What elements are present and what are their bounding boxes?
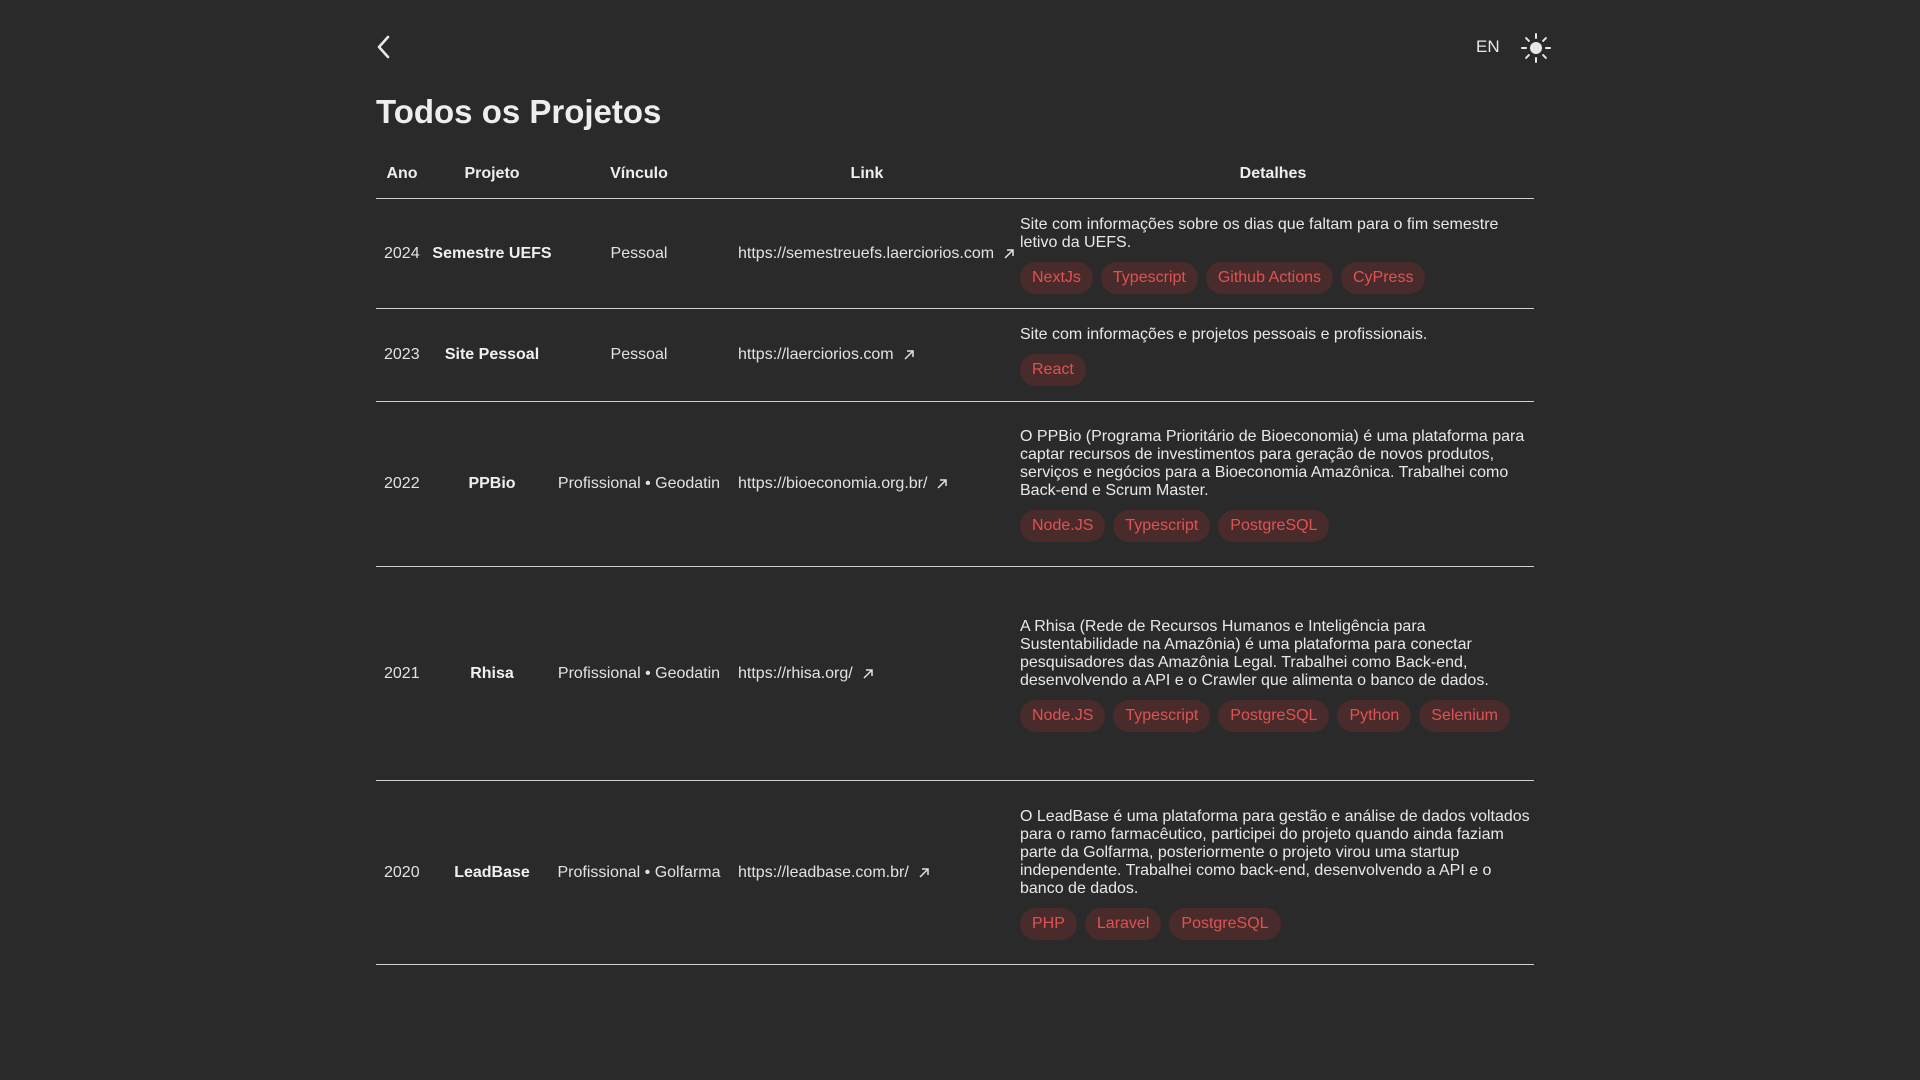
column-header-affiliation: Vínculo [556,150,722,199]
project-link[interactable]: https://rhisa.org/ [738,665,875,683]
tech-tags: PHP Laravel PostgreSQL [1020,907,1534,940]
external-link-icon [863,668,873,679]
projects-page: EN Todos os Projetos Ano Projeto Vínculo… [0,0,1920,1080]
tech-tags: NextJs Typescript Github Actions CyPress [1020,261,1534,294]
table-row: 2023 Site Pessoal Pessoal https://laerci… [376,308,1534,402]
project-description: Site com informações sobre os dias que f… [1020,215,1499,251]
project-description: Site com informações e projetos pessoais… [1020,326,1428,343]
project-affiliation: Profissional • Geodatin [556,401,722,567]
external-link-icon [1004,248,1014,259]
project-affiliation: Pessoal [556,198,722,309]
project-link-text: https://semestreuefs.laerciorios.com [738,244,995,262]
table-row: 2020 LeadBase Profissional • Golfarma ht… [376,780,1534,965]
external-link-icon [919,867,929,878]
project-name: Site Pessoal [428,308,556,402]
language-toggle[interactable]: EN [1476,37,1500,57]
tech-tag: NextJs [1020,261,1093,294]
tech-tag: Selenium [1419,699,1510,732]
project-link[interactable]: https://leadbase.com.br/ [738,864,931,882]
tech-tag: PHP [1020,907,1077,940]
tech-tags: React [1020,354,1534,386]
table-row: 2021 Rhisa Profissional • Geodatin https… [376,566,1534,781]
project-link-text: https://bioeconomia.org.br/ [738,475,928,492]
tech-tags: Node.JS Typescript PostgreSQL [1020,510,1534,542]
tech-tag: Node.JS [1020,699,1106,732]
project-link[interactable]: https://bioeconomia.org.br/ [738,475,949,493]
project-year: 2022 [376,401,428,567]
column-header-project: Projeto [428,150,556,199]
project-year: 2021 [376,566,428,781]
external-link-icon [937,479,948,489]
project-affiliation: Profissional • Geodatin [556,566,722,781]
column-header-link: Link [722,150,1012,199]
chevron-left-icon [377,35,390,59]
project-description: A Rhisa (Rede de Recursos Humanos e Inte… [1020,617,1489,689]
project-link-text: https://rhisa.org/ [738,664,853,682]
project-description: O LeadBase é uma plataforma para gestão … [1020,807,1530,897]
project-name: Rhisa [428,566,556,781]
tech-tag: CyPress [1341,261,1426,294]
back-button[interactable] [372,32,396,62]
page-title: Todos os Projetos [376,93,662,130]
project-name: Semestre UEFS [428,198,556,309]
theme-toggle-button[interactable] [1520,32,1552,64]
projects-table: Ano Projeto Vínculo Link Detalhes 2024 S… [376,150,1534,965]
tech-tag: PostgreSQL [1218,699,1330,732]
table-header-row: Ano Projeto Vínculo Link Detalhes [376,150,1534,199]
tech-tag: PostgreSQL [1218,510,1330,542]
tech-tags: Node.JS Typescript PostgreSQL Python Sel… [1020,699,1534,732]
tech-tag: Python [1337,699,1412,732]
project-year: 2023 [376,308,428,402]
tech-tag: Laravel [1084,907,1162,940]
sun-icon [1521,33,1551,63]
column-header-details: Detalhes [1012,150,1534,199]
project-year: 2020 [376,780,428,965]
project-link[interactable]: https://laerciorios.com [738,346,916,364]
external-link-icon [904,350,914,360]
tech-tag: Typescript [1100,261,1198,294]
project-affiliation: Pessoal [556,308,722,402]
tech-tag: PostgreSQL [1169,907,1281,940]
tech-tag: Typescript [1113,510,1211,542]
project-link[interactable]: https://semestreuefs.laerciorios.com [738,245,1016,263]
project-affiliation: Profissional • Golfarma [556,780,722,965]
tech-tag: React [1020,354,1086,386]
project-year: 2024 [376,198,428,309]
column-header-year: Ano [376,150,428,199]
table-row: 2022 PPBio Profissional • Geodatin https… [376,401,1534,567]
project-link-text: https://leadbase.com.br/ [738,863,909,881]
tech-tag: Node.JS [1020,510,1106,542]
tech-tag: Typescript [1113,699,1211,732]
project-link-text: https://laerciorios.com [738,346,894,363]
project-name: LeadBase [428,780,556,965]
table-row: 2024 Semestre UEFS Pessoal https://semes… [376,198,1534,309]
project-description: O PPBio (Programa Prioritário de Bioecon… [1020,428,1525,499]
project-name: PPBio [428,401,556,567]
tech-tag: Github Actions [1205,261,1333,294]
